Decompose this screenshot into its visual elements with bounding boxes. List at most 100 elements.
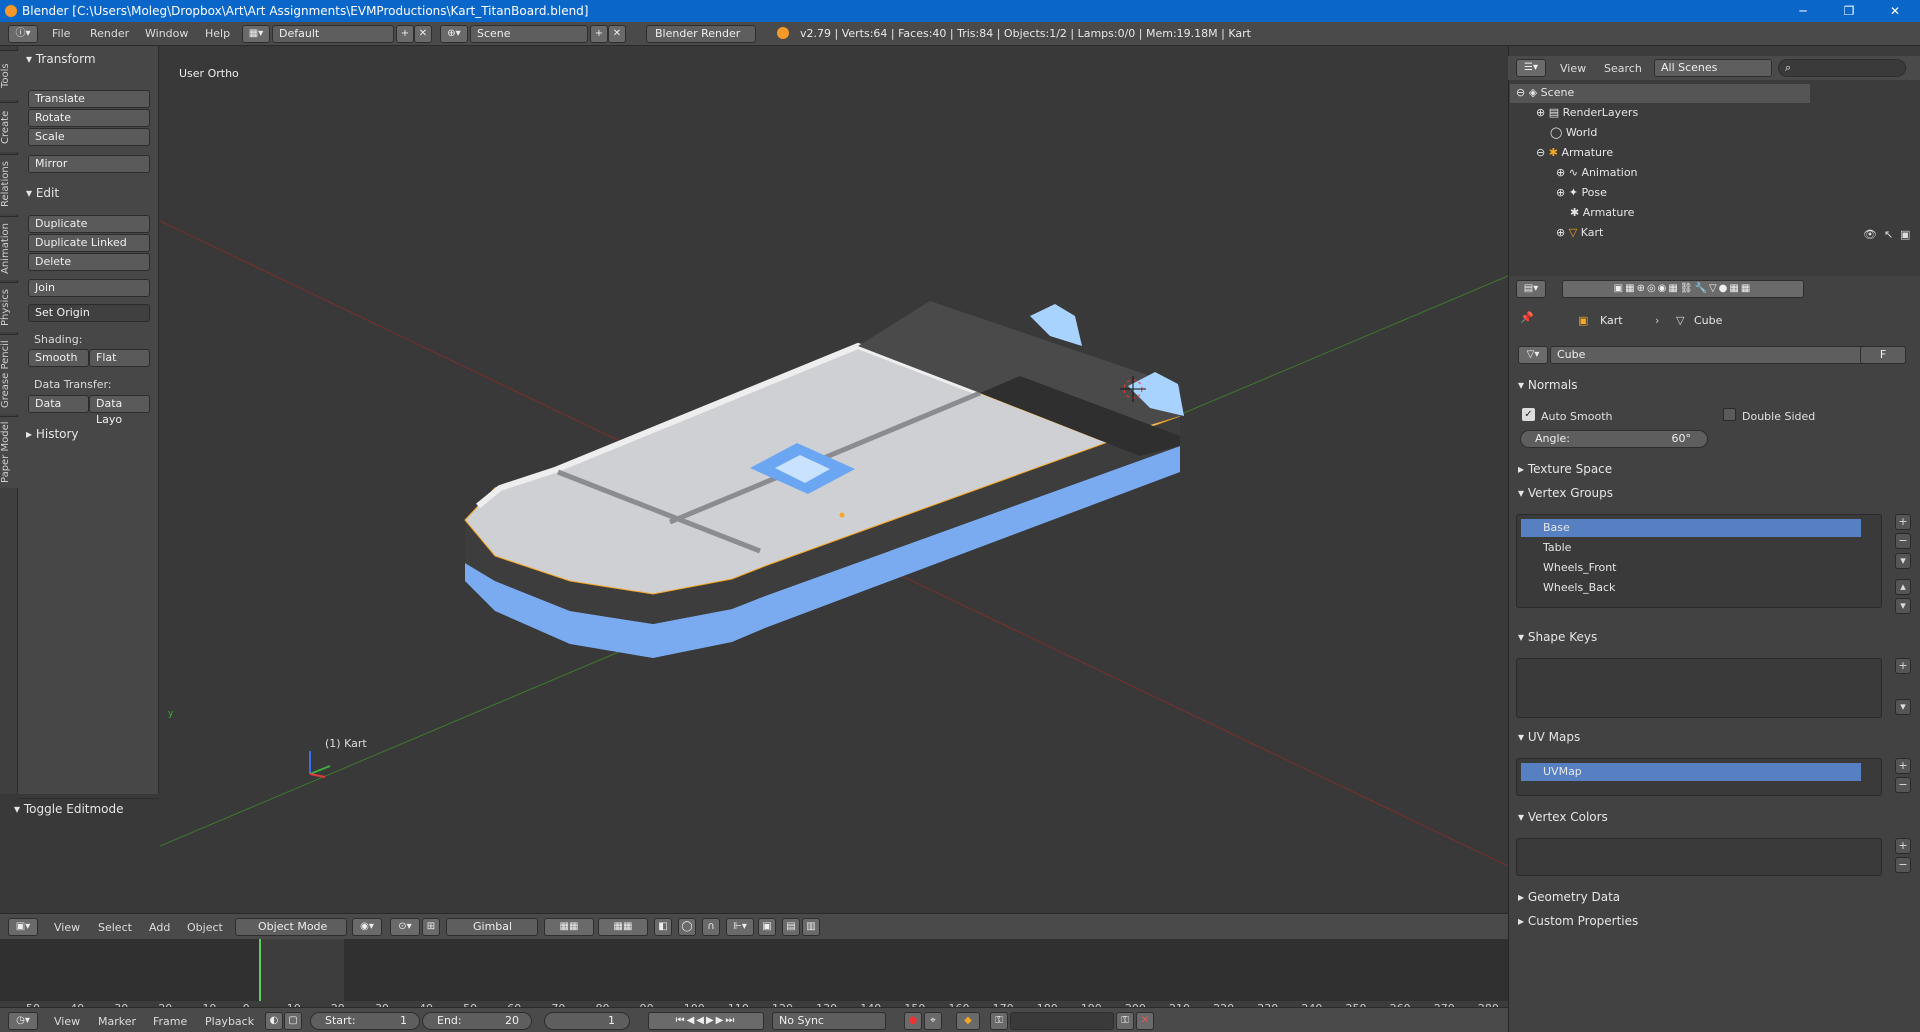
selectable-arrow-icon[interactable]: ↖ (1884, 228, 1893, 241)
double-sided-checkbox[interactable] (1723, 408, 1736, 421)
outliner-item-kart[interactable]: ⊕ ▽ Kart (1556, 226, 1603, 245)
viewport-canvas[interactable] (160, 46, 1508, 913)
proportional-edit-icon[interactable]: ◯ (678, 918, 696, 936)
rotate-button[interactable]: Rotate (28, 109, 150, 127)
edit-panel-header[interactable]: ▾ Edit (26, 186, 59, 200)
transform-orientation-dropdown[interactable]: Gimbal (446, 918, 538, 936)
editor-type-outliner-icon[interactable]: ☰▾ (1516, 59, 1546, 77)
delete-button[interactable]: Delete (28, 253, 150, 271)
minimize-button[interactable]: ─ (1780, 0, 1826, 22)
add-uv-map-button[interactable]: + (1895, 758, 1911, 774)
mesh-name-field[interactable]: Cube (1550, 346, 1894, 364)
editor-type-timeline-icon[interactable]: ◷▾ (8, 1012, 38, 1030)
opengl-render-icon[interactable]: ▤ (782, 918, 800, 936)
history-panel-header[interactable]: ▸ History (26, 427, 79, 441)
outliner-item-animation[interactable]: ⊕ ∿ Animation (1556, 166, 1638, 185)
shape-key-specials-button[interactable]: ▾ (1895, 699, 1911, 715)
visibility-eye-icon[interactable]: 👁 (1863, 228, 1877, 241)
duplicate-linked-button[interactable]: Duplicate Linked (28, 234, 150, 252)
layers-grid-1-icon[interactable]: ▦▦ (544, 918, 594, 936)
menu-outliner-search[interactable]: Search (1604, 62, 1642, 75)
fake-user-button[interactable]: F (1860, 346, 1906, 364)
remove-layout-icon[interactable]: ✕ (414, 25, 432, 43)
end-frame-field[interactable]: End: 20 (422, 1012, 532, 1030)
menu-object[interactable]: Object (187, 921, 223, 934)
outliner-search-input[interactable]: ⌕ (1778, 59, 1906, 77)
tab-physics[interactable]: Physics (0, 282, 18, 332)
outliner-item-scene[interactable]: ⊖ ◈ Scene (1516, 86, 1574, 105)
tab-animation[interactable]: Animation (0, 216, 18, 280)
outliner-item-armature-data[interactable]: ✱ Armature (1570, 206, 1634, 225)
delete-keyframe-icon[interactable]: ✕ (1136, 1012, 1154, 1030)
pin-icon[interactable]: 📌 (1520, 311, 1534, 324)
pivot-point-icon[interactable]: ⊙▾ (390, 918, 420, 936)
auto-keying-icon[interactable]: ● (904, 1012, 922, 1030)
lock-range-icon[interactable]: ▢ (284, 1012, 302, 1030)
scene-icon[interactable]: ⊕▾ (440, 25, 468, 43)
smooth-button[interactable]: Smooth (28, 349, 89, 367)
translate-button[interactable]: Translate (28, 90, 150, 108)
add-layout-icon[interactable]: + (396, 25, 414, 43)
editor-type-properties-icon[interactable]: ▤▾ (1516, 280, 1546, 298)
remove-vertex-color-button[interactable]: − (1895, 857, 1911, 873)
duplicate-button[interactable]: Duplicate (28, 215, 150, 233)
property-context-tabs[interactable]: ▣▦⊕◎◉▦⛓🔧▽●▦▦ (1562, 280, 1804, 298)
menu-marker[interactable]: Marker (98, 1015, 136, 1028)
timeline-area[interactable] (0, 939, 1508, 1001)
remove-vertex-group-button[interactable]: − (1895, 533, 1911, 549)
vertex-colors-list[interactable] (1516, 838, 1882, 876)
remove-scene-icon[interactable]: ✕ (608, 25, 626, 43)
start-frame-field[interactable]: Start: 1 (310, 1012, 420, 1030)
tab-relations[interactable]: Relations (0, 154, 18, 214)
custom-properties-panel-header[interactable]: ▸ Custom Properties (1518, 914, 1638, 928)
add-vertex-group-button[interactable]: + (1895, 514, 1911, 530)
outliner-item-world[interactable]: ◯ World (1550, 126, 1597, 145)
current-frame-field[interactable]: 1 (544, 1012, 630, 1030)
outliner-item-pose[interactable]: ⊕ ✦ Pose (1556, 186, 1607, 205)
transform-panel-header[interactable]: ▾ Transform (26, 52, 96, 66)
outliner-item-armature[interactable]: ⊖ ✱ Armature (1536, 146, 1613, 165)
vertex-group-item[interactable]: Wheels_Front (1521, 559, 1861, 577)
vertex-group-item[interactable]: Base (1521, 519, 1861, 537)
opengl-anim-icon[interactable]: ▥ (802, 918, 820, 936)
menu-frame[interactable]: Frame (153, 1015, 187, 1028)
toggle-editmode-header[interactable]: ▾ Toggle Editmode (14, 802, 124, 816)
preview-range-icon[interactable]: ◐ (265, 1012, 283, 1030)
render-engine-dropdown[interactable]: Blender Render (646, 25, 756, 43)
layers-grid-2-icon[interactable]: ▦▦ (598, 918, 648, 936)
menu-help[interactable]: Help (205, 27, 230, 40)
tab-grease-pencil[interactable]: Grease Pencil (0, 334, 18, 414)
current-frame-marker[interactable] (259, 939, 261, 1001)
auto-smooth-checkbox[interactable]: ✓ (1522, 408, 1535, 421)
menu-view[interactable]: View (54, 921, 80, 934)
auto-smooth-angle-field[interactable]: Angle: 60° (1520, 430, 1708, 448)
screen-layout-icon[interactable]: ▦▾ (242, 25, 270, 43)
scene-field[interactable]: Scene (470, 25, 588, 43)
flat-button[interactable]: Flat (89, 349, 150, 367)
add-vertex-color-button[interactable]: + (1895, 838, 1911, 854)
menu-timeline-view[interactable]: View (54, 1015, 80, 1028)
join-button[interactable]: Join (28, 279, 150, 297)
render-preview-icon[interactable]: ▣ (758, 918, 776, 936)
mesh-browse-icon[interactable]: ▽▾ (1518, 346, 1548, 364)
menu-window[interactable]: Window (145, 27, 188, 40)
editor-type-3dview-icon[interactable]: ▣▾ (8, 918, 38, 936)
vertex-group-specials-button[interactable]: ▾ (1895, 553, 1911, 569)
add-shape-key-button[interactable]: + (1895, 658, 1911, 674)
menu-outliner-view[interactable]: View (1560, 62, 1586, 75)
outliner-item-renderlayers[interactable]: ⊕ ▤ RenderLayers (1536, 106, 1638, 125)
geometry-data-panel-header[interactable]: ▸ Geometry Data (1518, 890, 1620, 904)
uv-map-item[interactable]: UVMap (1521, 763, 1861, 781)
menu-select[interactable]: Select (98, 921, 132, 934)
sync-mode-dropdown[interactable]: No Sync (772, 1012, 886, 1030)
scale-button[interactable]: Scale (28, 128, 150, 146)
display-mode-dropdown[interactable]: All Scenes (1654, 59, 1772, 77)
playback-controls-icon[interactable]: ⏮◀◀▶▶⏭ (648, 1012, 764, 1030)
remove-uv-map-button[interactable]: − (1895, 777, 1911, 793)
snap-icon[interactable]: ∩ (702, 918, 720, 936)
keying-set-icon[interactable]: ⚿ (990, 1012, 1008, 1030)
render-camera-icon[interactable]: ▣ (1900, 228, 1910, 241)
shape-keys-panel-header[interactable]: ▾ Shape Keys (1518, 630, 1597, 644)
keying-set-field[interactable] (1010, 1012, 1114, 1030)
menu-playback[interactable]: Playback (205, 1015, 254, 1028)
